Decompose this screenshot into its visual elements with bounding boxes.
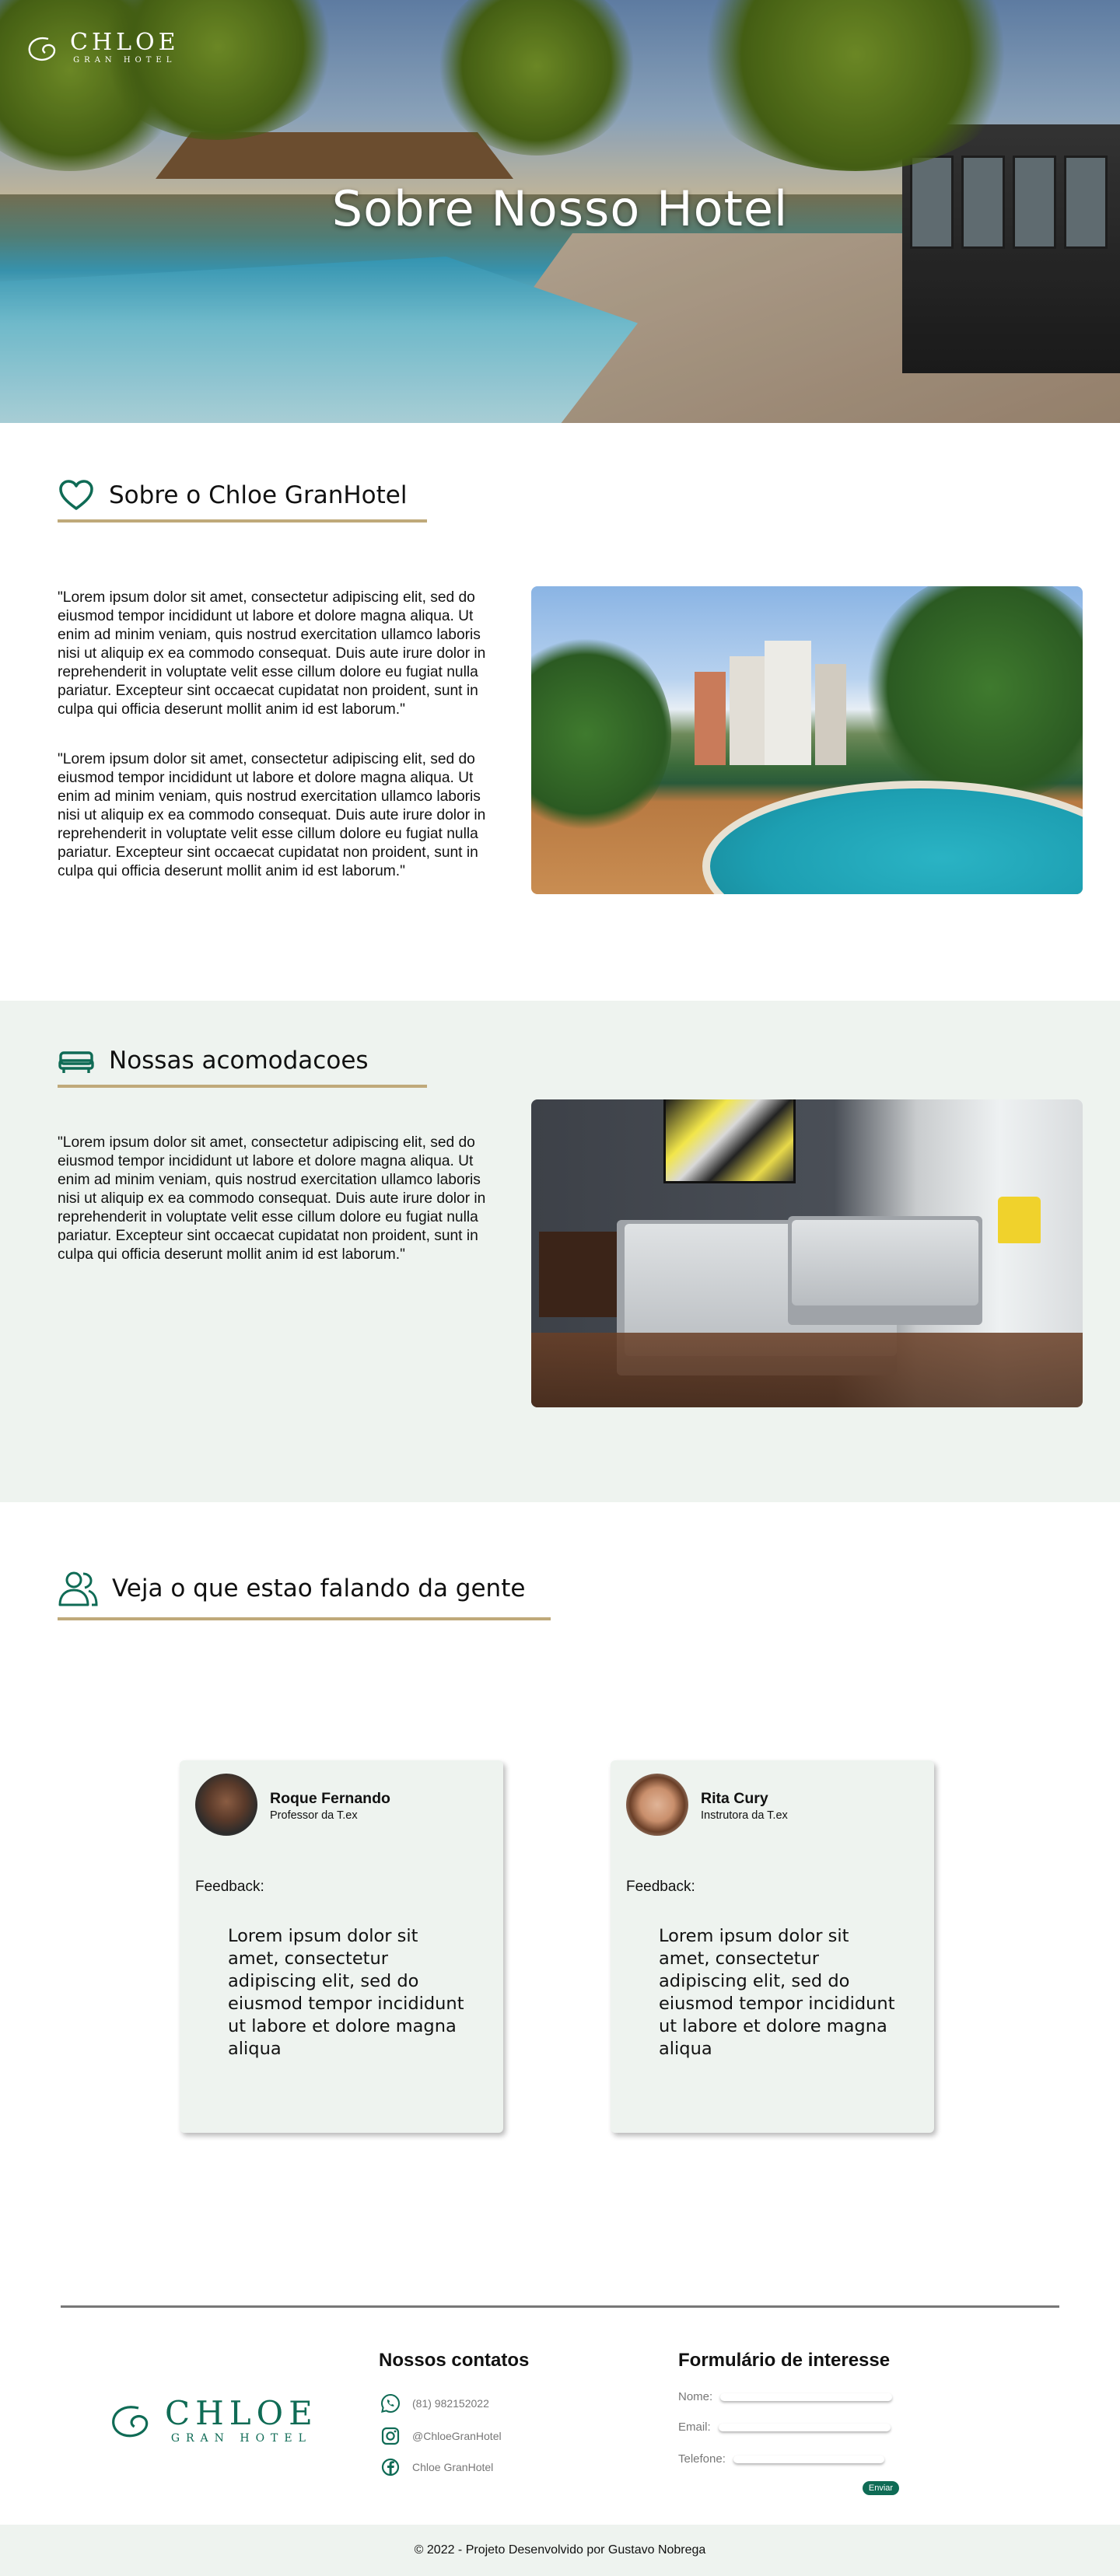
facebook-icon <box>381 2458 400 2476</box>
rooms-heading: Nossas acomodacoes <box>58 1045 369 1076</box>
testimonials-divider <box>58 1617 551 1620</box>
contact-facebook-name: Chloe GranHotel <box>412 2461 494 2473</box>
footer-logo[interactable]: CHLOE GRAN HOTEL <box>107 2397 318 2444</box>
instagram-icon <box>381 2427 400 2445</box>
hero-banner: CHLOE GRAN HOTEL Sobre Nosso Hotel <box>0 0 1120 423</box>
form-row-phone: Telefone: <box>678 2452 884 2466</box>
phone-label: Telefone: <box>678 2452 726 2466</box>
form-row-name: Nome: <box>678 2390 893 2403</box>
rooms-title: Nossas acomodacoes <box>109 1047 369 1075</box>
logo-mark-icon <box>112 2406 149 2438</box>
logo-mark-icon <box>28 37 56 61</box>
about-paragraph: "Lorem ipsum dolor sit amet, consectetur… <box>58 589 486 718</box>
footer-logo-subtitle: GRAN HOTEL <box>170 2432 312 2445</box>
submit-button[interactable]: Enviar <box>863 2481 899 2495</box>
copyright-bar: © 2022 - Projeto Desenvolvido por Gustav… <box>0 2525 1120 2576</box>
avatar <box>195 1774 257 1836</box>
email-label: Email: <box>678 2420 711 2434</box>
testimonial-text: Lorem ipsum dolor sit amet, consectetur … <box>659 1926 895 2059</box>
hotel-pool-photo <box>531 586 1083 894</box>
testimonials-heading: Veja o que estao falando da gente <box>58 1571 525 1606</box>
avatar <box>626 1774 688 1836</box>
rooms-paragraph: "Lorem ipsum dolor sit amet, consectetur… <box>58 1134 486 1263</box>
contact-facebook[interactable]: Chloe GranHotel <box>380 2456 493 2478</box>
footer-divider <box>61 2305 1059 2308</box>
contact-whatsapp[interactable]: (81) 982152022 <box>380 2392 489 2414</box>
page-title: Sobre Nosso Hotel <box>331 180 789 237</box>
interest-form-title: Formulário de interesse <box>678 2350 891 2371</box>
about-divider <box>58 519 427 523</box>
bed-icon <box>58 1051 94 1073</box>
contact-instagram-handle: @ChloeGranHotel <box>412 2430 502 2442</box>
rooms-divider <box>58 1085 427 1088</box>
testimonial-name: Rita Cury <box>701 1790 768 1807</box>
logo-subtitle: GRAN HOTEL <box>73 56 177 65</box>
phone-field[interactable] <box>733 2455 884 2463</box>
testimonial-card: Roque Fernando Professor da T.ex Feedbac… <box>180 1760 503 2133</box>
whatsapp-icon <box>380 2393 401 2413</box>
about-paragraph: "Lorem ipsum dolor sit amet, consectetur… <box>58 751 486 879</box>
form-row-email: Email: <box>678 2420 891 2434</box>
testimonial-role: Professor da T.ex <box>270 1809 358 1822</box>
feedback-label: Feedback: <box>195 1879 264 1895</box>
testimonial-role: Instrutora da T.ex <box>701 1809 788 1822</box>
users-icon <box>58 1571 98 1606</box>
name-label: Nome: <box>678 2390 713 2403</box>
contact-instagram[interactable]: @ChloeGranHotel <box>380 2425 502 2447</box>
testimonials-title: Veja o que estao falando da gente <box>112 1575 526 1603</box>
testimonial-name: Roque Fernando <box>270 1790 390 1807</box>
testimonial-text: Lorem ipsum dolor sit amet, consectetur … <box>228 1926 464 2059</box>
name-field[interactable] <box>720 2392 893 2401</box>
contact-phone: (81) 982152022 <box>412 2397 489 2410</box>
footer-logo-name: CHLOE <box>165 2394 318 2432</box>
email-field[interactable] <box>718 2423 891 2431</box>
room-photo <box>531 1099 1083 1407</box>
header-logo[interactable]: CHLOE GRAN HOTEL <box>25 31 180 65</box>
contacts-title: Nossos contatos <box>379 2350 530 2371</box>
feedback-label: Feedback: <box>626 1879 695 1895</box>
heart-icon <box>59 480 93 510</box>
logo-name: CHLOE <box>70 29 180 56</box>
copyright-text: © 2022 - Projeto Desenvolvido por Gustav… <box>414 2543 706 2557</box>
about-title: Sobre o Chloe GranHotel <box>109 481 408 509</box>
about-heading: Sobre o Chloe GranHotel <box>58 479 407 512</box>
testimonial-card: Rita Cury Instrutora da T.ex Feedback: L… <box>611 1760 934 2133</box>
